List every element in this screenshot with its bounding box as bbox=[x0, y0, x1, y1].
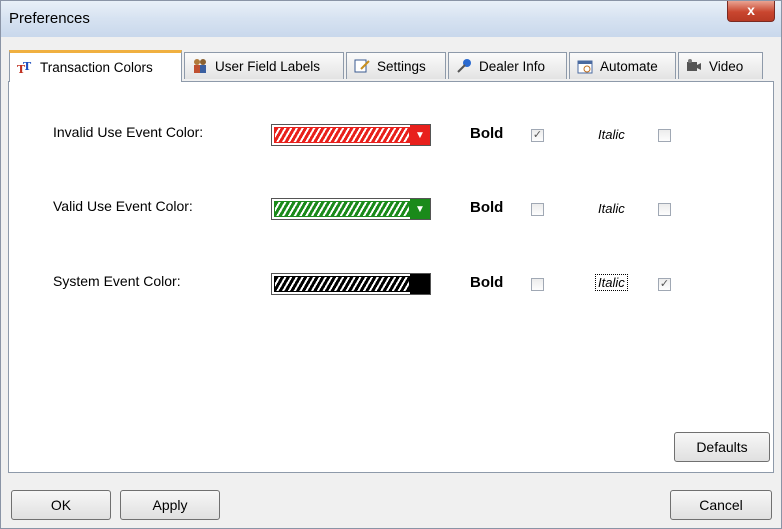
automate-icon bbox=[576, 57, 594, 75]
valid-italic-checkbox[interactable] bbox=[658, 203, 671, 216]
valid-bold-label: Bold bbox=[470, 199, 504, 216]
valid-italic-label: Italic bbox=[598, 201, 625, 216]
tab-settings[interactable]: Settings bbox=[346, 52, 446, 79]
system-bold-label: Bold bbox=[470, 274, 504, 291]
transaction-colors-panel: Invalid Use Event Color: ▼ Bold ✓ Italic… bbox=[8, 81, 774, 473]
system-bold-checkbox[interactable] bbox=[531, 278, 544, 291]
tab-label: Automate bbox=[600, 58, 658, 74]
apply-button[interactable]: Apply bbox=[120, 490, 220, 520]
system-italic-label: Italic bbox=[595, 274, 628, 291]
invalid-italic-label: Italic bbox=[598, 127, 625, 142]
tab-dealer-info[interactable]: Dealer Info bbox=[448, 52, 567, 79]
pin-icon bbox=[455, 57, 473, 75]
close-button[interactable]: x bbox=[727, 1, 775, 22]
chevron-down-icon: ▼ bbox=[410, 125, 430, 145]
invalid-bold-label: Bold bbox=[470, 125, 504, 142]
color-fill bbox=[274, 201, 410, 217]
defaults-button[interactable]: Defaults bbox=[674, 432, 770, 462]
invalid-event-color-label: Invalid Use Event Color: bbox=[53, 124, 204, 140]
system-event-color-label: System Event Color: bbox=[53, 273, 181, 289]
tab-label: Video bbox=[709, 58, 744, 74]
tab-label: Settings bbox=[377, 58, 426, 74]
preferences-window: Preferences x TT Transaction Colors User… bbox=[0, 0, 782, 529]
color-fill bbox=[274, 276, 410, 292]
cancel-button[interactable]: Cancel bbox=[670, 490, 772, 520]
users-icon bbox=[191, 57, 209, 75]
invalid-bold-checkbox[interactable]: ✓ bbox=[531, 129, 544, 142]
window-title: Preferences bbox=[9, 10, 90, 27]
settings-icon bbox=[353, 57, 371, 75]
valid-event-color-picker[interactable]: ▼ bbox=[271, 198, 431, 220]
tab-label: User Field Labels bbox=[215, 58, 321, 74]
svg-text:T: T bbox=[23, 60, 32, 73]
valid-bold-checkbox[interactable] bbox=[531, 203, 544, 216]
ok-button[interactable]: OK bbox=[11, 490, 111, 520]
tab-user-field-labels[interactable]: User Field Labels bbox=[184, 52, 344, 79]
tab-label: Transaction Colors bbox=[40, 60, 153, 75]
chevron-down-icon: ▼ bbox=[410, 199, 430, 219]
close-icon: x bbox=[747, 2, 755, 18]
invalid-italic-checkbox[interactable] bbox=[658, 129, 671, 142]
tab-label: Dealer Info bbox=[479, 58, 546, 74]
tab-transaction-colors[interactable]: TT Transaction Colors bbox=[9, 50, 182, 82]
video-icon bbox=[685, 57, 703, 75]
color-fill bbox=[274, 127, 410, 143]
tab-video[interactable]: Video bbox=[678, 52, 763, 79]
tab-automate[interactable]: Automate bbox=[569, 52, 676, 79]
system-italic-checkbox[interactable]: ✓ bbox=[658, 278, 671, 291]
invalid-event-color-picker[interactable]: ▼ bbox=[271, 124, 431, 146]
title-bar: Preferences x bbox=[1, 1, 781, 37]
system-event-color-picker[interactable]: ▼ bbox=[271, 273, 431, 295]
chevron-down-icon: ▼ bbox=[410, 274, 430, 294]
transaction-colors-icon: TT bbox=[16, 59, 34, 77]
valid-event-color-label: Valid Use Event Color: bbox=[53, 198, 193, 214]
